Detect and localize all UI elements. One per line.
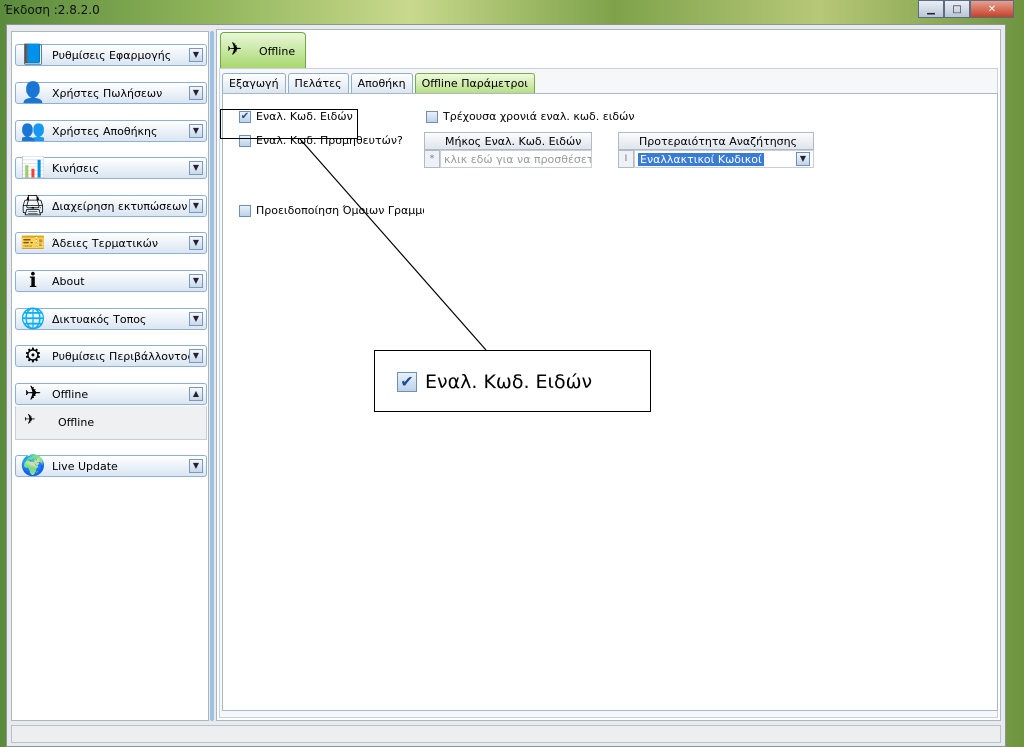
chevron-down-icon[interactable]: ▼ (189, 124, 203, 138)
offline-small-icon: ✈ (24, 412, 36, 428)
checkbox-label: Προειδοποίηση Όμοιων Γραμμών (256, 204, 438, 217)
sidebar-item-movements[interactable]: 📊 Κινήσεις ▼ (15, 155, 207, 179)
sidebar-item-label: Ρυθμίσεις Περιβάλλοντος (52, 350, 194, 363)
callout-zoom-box: ✔ Εναλ. Κωδ. Ειδών (374, 350, 651, 412)
tab-customers[interactable]: Πελάτες (287, 73, 349, 93)
info-icon: ℹ (29, 268, 37, 292)
offline-icon: ✈ (24, 381, 42, 405)
web-icon: 🌐 (20, 306, 46, 330)
chevron-down-icon[interactable]: ▼ (189, 312, 203, 326)
sidebar-item-offline[interactable]: ✈ Offline ▲ (15, 381, 207, 405)
sidebar-item-label: About (52, 275, 85, 288)
sidebar-item-live-update[interactable]: 🌍 Live Update ▼ (15, 453, 207, 477)
alt-code-length-grid: Μήκος Εναλ. Κωδ. Ειδών * κλικ εδώ για να… (424, 132, 592, 262)
chevron-down-icon[interactable]: ▼ (189, 236, 203, 250)
sidebar-item-website[interactable]: 🌐 Δικτυακός Τοπος ▼ (15, 306, 207, 330)
new-row-cell[interactable]: κλικ εδώ για να προσθέσετε νέο (440, 150, 592, 168)
sidebar-item-print-management[interactable]: 🖨 Διαχείρηση εκτυπώσεων ▼ (15, 193, 207, 217)
chevron-down-icon[interactable]: ▼ (189, 86, 203, 100)
tab-offline-parameters[interactable]: Offline Παράμετροι (414, 73, 535, 93)
tab-export[interactable]: Εξαγωγή (222, 73, 286, 93)
chevron-down-icon[interactable]: ▼ (189, 274, 203, 288)
settings-book-icon: 📘 (20, 42, 46, 66)
similar-lines-warning-checkbox[interactable]: Προειδοποίηση Όμοιων Γραμμών (239, 204, 438, 217)
sales-user-icon: 👤 (20, 80, 46, 104)
offline-icon: ✈ (227, 39, 243, 60)
sidebar-item-label: Διαχείρηση εκτυπώσεων (52, 200, 188, 213)
window-title: Έκδοση :2.8.2.0 (4, 3, 100, 17)
chart-icon: 📊 (20, 155, 46, 179)
chevron-down-icon[interactable]: ▼ (189, 161, 203, 175)
sidebar-item-warehouse-users[interactable]: 👥 Χρήστες Αποθήκης ▼ (15, 118, 207, 142)
sidebar-item-app-settings[interactable]: 📘 Ρυθμίσεις Εφαρμογής ▼ (15, 42, 207, 66)
grid-column-header[interactable]: Μήκος Εναλ. Κωδ. Ειδών (424, 132, 592, 150)
sidebar-item-label: Χρήστες Πωλήσεων (52, 87, 163, 100)
sub-tab-strip: Εξαγωγή Πελάτες Αποθήκη Offline Παράμετρ… (222, 73, 537, 93)
environment-settings-icon: ⚙ (24, 343, 42, 367)
grid-column-header[interactable]: Προτεραιότητα Αναζήτησης (618, 132, 814, 150)
chevron-down-icon[interactable]: ▼ (796, 152, 810, 166)
sidebar-item-label: Χρήστες Αποθήκης (52, 125, 158, 138)
search-priority-select[interactable]: Εναλλακτικοί Κωδικοί (634, 150, 814, 168)
panel-splitter[interactable] (210, 31, 214, 721)
callout-highlight-box (220, 109, 358, 139)
sidebar: 📘 Ρυθμίσεις Εφαρμογής ▼ 👤 Χρήστες Πωλήσε… (11, 31, 209, 721)
globe-icon: 🌍 (20, 453, 46, 477)
chevron-down-icon[interactable]: ▼ (189, 459, 203, 473)
chevron-up-icon[interactable]: ▲ (189, 387, 203, 401)
sidebar-item-label: Κινήσεις (52, 162, 100, 175)
checkbox-box[interactable] (426, 110, 438, 123)
callout-label: Εναλ. Κωδ. Ειδών (425, 371, 593, 393)
selected-value: Εναλλακτικοί Κωδικοί (638, 153, 764, 166)
new-row-marker: * (424, 150, 440, 168)
title-bar: Έκδοση :2.8.2.0 ▁ □ ✕ (0, 0, 1024, 24)
sidebar-item-about[interactable]: ℹ About ▼ (15, 268, 207, 292)
window-controls: ▁ □ ✕ (918, 0, 1014, 18)
license-icon: 🎫 (20, 230, 46, 254)
current-year-codes-checkbox[interactable]: Τρέχουσα χρονιά εναλ. κωδ. ειδών (426, 110, 635, 123)
callout-checkbox: ✔ Εναλ. Κωδ. Ειδών (397, 371, 592, 393)
chevron-down-icon[interactable]: ▼ (189, 199, 203, 213)
sidebar-item-sales-users[interactable]: 👤 Χρήστες Πωλήσεων ▼ (15, 80, 207, 104)
row-marker: I (618, 150, 634, 168)
printer-icon: 🖨 (20, 193, 46, 217)
minimize-button[interactable]: ▁ (918, 0, 944, 18)
checkbox-box: ✔ (397, 372, 417, 392)
sidebar-subitem-label: Offline (58, 416, 95, 429)
warehouse-users-icon: 👥 (20, 118, 46, 142)
tab-offline[interactable]: ✈ Offline (220, 32, 306, 68)
sidebar-item-label: Ρυθμίσεις Εφαρμογής (52, 49, 172, 62)
sidebar-item-terminal-licenses[interactable]: 🎫 Άδειες Τερματικών ▼ (15, 230, 207, 254)
chevron-down-icon[interactable]: ▼ (189, 349, 203, 363)
chevron-down-icon[interactable]: ▼ (189, 48, 203, 62)
tab-label: Offline (259, 45, 296, 58)
maximize-button[interactable]: □ (944, 0, 970, 18)
sidebar-subitem-offline[interactable]: ✈ Offline (15, 406, 207, 440)
close-button[interactable]: ✕ (970, 0, 1014, 18)
status-bar (11, 725, 1001, 743)
sidebar-item-environment-settings[interactable]: ⚙ Ρυθμίσεις Περιβάλλοντος ▼ (15, 343, 207, 367)
sidebar-item-label: Δικτυακός Τοπος (52, 313, 147, 326)
sidebar-item-label: Live Update (52, 460, 118, 473)
sidebar-item-label: Offline (52, 388, 89, 401)
checkbox-label: Τρέχουσα χρονιά εναλ. κωδ. ειδών (443, 110, 635, 123)
tab-warehouse[interactable]: Αποθήκη (350, 73, 413, 93)
sidebar-item-label: Άδειες Τερματικών (52, 237, 158, 250)
checkbox-box[interactable] (239, 204, 251, 217)
